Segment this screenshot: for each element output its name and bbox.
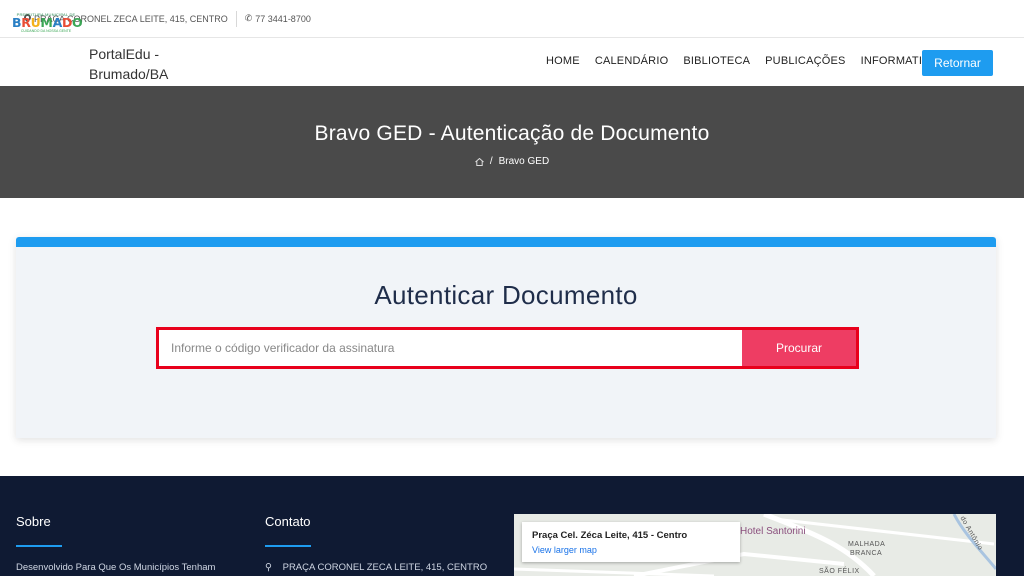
main-nav: HOME CALENDÁRIO BIBLIOTECA PUBLICAÇÕES I… (546, 55, 946, 67)
logo-sub-text: CUIDANDO DA NOSSA GENTE (20, 29, 72, 33)
breadcrumb-current: Bravo GED (498, 156, 550, 167)
map-label-malhada: MALHADA (848, 541, 886, 548)
authenticate-card: Autenticar Documento Procurar (16, 237, 996, 438)
footer-about-text: Desenvolvido Para Que Os Municípios Tenh… (16, 562, 216, 573)
phone-icon: ✆ (244, 13, 253, 23)
map-info-card: Praça Cel. Zéca Leite, 415 - Centro View… (522, 522, 740, 562)
phone-item: ✆ 77 3441-8700 (245, 14, 311, 24)
map-label-branca: BRANCA (850, 550, 883, 557)
map-label-sao-felix: SÃO FÉLIX (819, 568, 860, 575)
map-hotel-label: Hotel Santorini (740, 526, 806, 537)
authenticate-heading: Autenticar Documento (374, 280, 638, 310)
view-larger-map-link[interactable]: View larger map (532, 545, 730, 555)
location-map[interactable]: Praça Cel. Zéca Leite, 415 - Centro View… (514, 514, 996, 576)
nav-biblioteca[interactable]: BIBLIOTECA (683, 55, 750, 67)
nav-home[interactable]: HOME (546, 55, 580, 67)
breadcrumb: / Bravo GED (0, 156, 1024, 167)
logo-word: BRUMADO (12, 15, 83, 30)
home-icon[interactable] (474, 157, 484, 166)
footer-contact: Contato (265, 514, 311, 547)
brand-name[interactable]: PortalEdu - Brumado/BA (89, 44, 168, 84)
footer-about-title: Sobre (16, 514, 51, 529)
divider (235, 10, 237, 27)
footer-contact-underline (265, 545, 311, 547)
page-title: Bravo GED - Autenticação de Documento (314, 122, 710, 145)
search-form: Procurar (156, 327, 859, 369)
map-pin-icon: ⚲ (265, 562, 272, 573)
top-info-bar: PRAÇA CORONEL ZECA LEITE, 415, CENTRO ✆ … (0, 0, 1024, 38)
footer-about-underline (16, 545, 62, 547)
footer-about: Sobre (16, 514, 62, 547)
verification-code-input[interactable] (159, 330, 742, 366)
nav-publicacoes[interactable]: PUBLICAÇÕES (765, 55, 845, 67)
card-accent-bar (16, 237, 996, 247)
breadcrumb-separator: / (489, 156, 493, 167)
page-banner: Bravo GED - Autenticação de Documento / … (0, 86, 1024, 198)
brand-line-1: PortalEdu - (89, 46, 160, 62)
nav-calendario[interactable]: CALENDÁRIO (595, 55, 669, 67)
brand-line-2: Brumado/BA (89, 66, 169, 82)
footer-contact-title: Contato (265, 514, 311, 529)
retornar-button[interactable]: Retornar (922, 50, 993, 76)
phone-text: 77 3441-8700 (255, 13, 311, 24)
footer-contact-text: PRAÇA CORONEL ZECA LEITE, 415, CENTRO (282, 562, 488, 573)
site-footer: Sobre Desenvolvido Para Que Os Município… (0, 476, 1024, 576)
footer-contact-item: ⚲ PRAÇA CORONEL ZECA LEITE, 415, CENTRO (265, 562, 487, 573)
map-place: Praça Cel. Zéca Leite, 415 - Centro (532, 530, 688, 541)
procurar-button[interactable]: Procurar (742, 330, 856, 366)
brumado-logo[interactable]: PREFEITURA MUNICIPAL DE BRUMADO CUIDANDO… (12, 12, 83, 36)
